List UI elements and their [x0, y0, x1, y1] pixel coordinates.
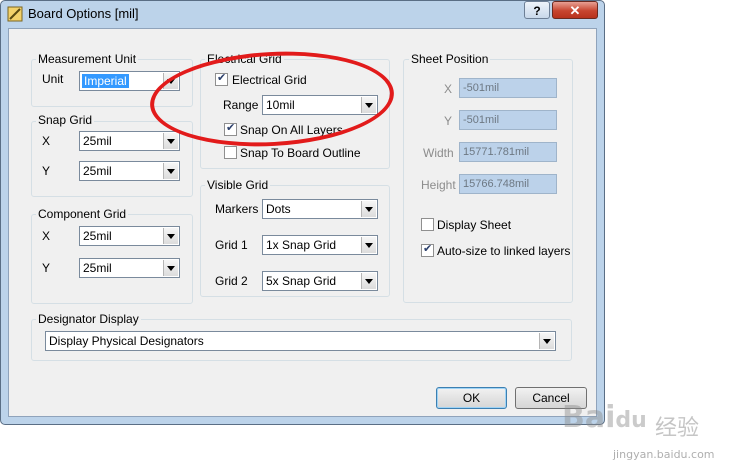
designator-display-legend: Designator Display: [36, 312, 141, 326]
ok-button[interactable]: OK: [436, 387, 507, 409]
snap-grid-x-label: X: [42, 134, 51, 148]
chevron-down-icon[interactable]: [361, 273, 376, 289]
snap-grid-x-value: 25mil: [83, 134, 112, 148]
sheet-width-label: Width: [423, 146, 454, 160]
component-grid-x-label: X: [42, 229, 51, 243]
chevron-down-icon[interactable]: [361, 201, 376, 217]
designator-display-select[interactable]: Display Physical Designators: [45, 331, 556, 351]
sheet-position-legend: Sheet Position: [409, 52, 491, 66]
markers-value: Dots: [266, 202, 291, 216]
chevron-down-icon[interactable]: [539, 333, 554, 349]
chevron-down-icon[interactable]: [361, 237, 376, 253]
watermark-cn-text: 经验: [655, 416, 700, 441]
grid1-label: Grid 1: [215, 238, 248, 252]
chevron-down-icon[interactable]: [163, 228, 178, 244]
watermark-url: jingyan.baidu.com: [613, 448, 715, 461]
watermark-logo-text: Bai: [562, 400, 616, 435]
help-button[interactable]: ?: [524, 1, 550, 19]
unit-label: Unit: [42, 72, 64, 86]
sheet-x-field[interactable]: -501mil: [459, 78, 557, 98]
unit-value: Imperial: [82, 74, 129, 88]
chevron-down-icon[interactable]: [163, 260, 178, 276]
component-grid-x-select[interactable]: 25mil: [79, 226, 180, 246]
grid2-select[interactable]: 5x Snap Grid: [262, 271, 378, 291]
sheet-height-label: Height: [421, 178, 456, 192]
chevron-down-icon[interactable]: [163, 133, 178, 149]
component-grid-y-label: Y: [42, 261, 51, 275]
grid1-value: 1x Snap Grid: [266, 238, 337, 252]
component-grid-y-value: 25mil: [83, 261, 112, 275]
sheet-y-label: Y: [444, 114, 453, 128]
snap-board-outline-checkbox[interactable]: [224, 146, 237, 159]
display-sheet-label: Display Sheet: [437, 218, 512, 232]
autosize-checkbox[interactable]: [421, 242, 434, 257]
component-grid-y-select[interactable]: 25mil: [79, 258, 180, 278]
sheet-y-field[interactable]: -501mil: [459, 110, 557, 130]
window-title: Board Options [mil]: [28, 6, 139, 21]
sheet-width-field[interactable]: 15771.781mil: [459, 142, 557, 162]
title-bar[interactable]: Board Options [mil] ? ✕: [0, 0, 605, 28]
app-icon: [7, 6, 23, 22]
display-sheet-checkbox[interactable]: [421, 218, 434, 231]
markers-label: Markers: [215, 202, 259, 216]
grid2-label: Grid 2: [215, 274, 248, 288]
grid1-select[interactable]: 1x Snap Grid: [262, 235, 378, 255]
snap-grid-y-value: 25mil: [83, 164, 112, 178]
sheet-height-field[interactable]: 15766.748mil: [459, 174, 557, 194]
designator-display-value: Display Physical Designators: [49, 334, 204, 348]
baidu-watermark-logo: Baidu: [562, 400, 647, 435]
snap-grid-x-select[interactable]: 25mil: [79, 131, 180, 151]
markers-select[interactable]: Dots: [262, 199, 378, 219]
grid2-value: 5x Snap Grid: [266, 274, 337, 288]
component-grid-legend: Component Grid: [36, 207, 129, 221]
snap-board-outline-label: Snap To Board Outline: [240, 146, 361, 160]
measurement-unit-legend: Measurement Unit: [36, 52, 139, 66]
watermark-logo-paw: du: [615, 408, 647, 433]
snap-grid-y-label: Y: [42, 164, 51, 178]
chevron-down-icon[interactable]: [163, 163, 178, 179]
visible-grid-legend: Visible Grid: [205, 178, 271, 192]
autosize-label: Auto-size to linked layers: [437, 244, 571, 258]
sheet-x-label: X: [444, 82, 453, 96]
component-grid-x-value: 25mil: [83, 229, 112, 243]
close-button[interactable]: ✕: [552, 1, 598, 19]
snap-grid-legend: Snap Grid: [36, 113, 95, 127]
snap-grid-y-select[interactable]: 25mil: [79, 161, 180, 181]
